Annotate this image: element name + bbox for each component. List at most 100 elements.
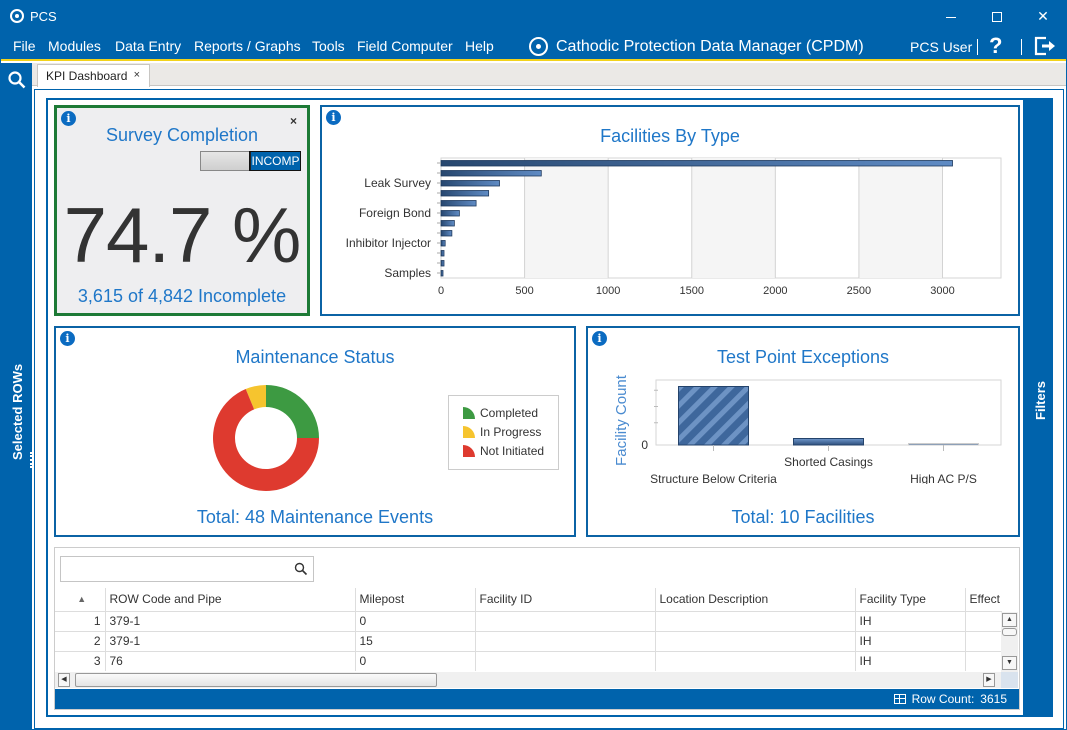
menu-file[interactable]: File — [13, 38, 36, 54]
close-icon[interactable]: × — [290, 114, 297, 128]
info-icon[interactable]: i — [61, 111, 76, 126]
menu-reports-graphs[interactable]: Reports / Graphs — [194, 38, 301, 54]
menu-data-entry[interactable]: Data Entry — [115, 38, 181, 54]
tab-kpi-dashboard[interactable]: KPI Dashboard × — [37, 64, 150, 87]
facility-grid: ▲ ROW Code and Pipe Milepost Facility ID… — [54, 547, 1020, 710]
table-cell[interactable]: IH — [854, 610, 965, 631]
completion-percentage: 74.7 % — [63, 191, 302, 279]
maximize-button[interactable] — [974, 1, 1020, 32]
user-label[interactable]: PCS User — [910, 39, 972, 55]
grid-search-input[interactable] — [60, 556, 314, 582]
menu-modules[interactable]: Modules — [48, 38, 101, 54]
table-cell[interactable]: 379-1 — [104, 630, 355, 651]
column-header[interactable]: Facility Type — [854, 588, 965, 611]
survey-footer: 3,615 of 4,842 Incomplete — [77, 286, 287, 306]
scroll-left-button[interactable]: ◀ — [58, 673, 70, 687]
table-cell[interactable] — [474, 610, 655, 631]
scroll-right-button[interactable]: ▶ — [983, 673, 995, 687]
bar — [440, 170, 542, 177]
app-window: PCS ✕ File Modules Data Entry Reports / … — [0, 0, 1067, 730]
rail-grip-handle[interactable] — [30, 452, 32, 468]
vertical-scrollbar[interactable]: ▲ ▼ — [1001, 612, 1018, 672]
info-icon[interactable]: i — [326, 110, 341, 125]
help-icon[interactable]: ? — [989, 33, 1002, 59]
selected-rows-label[interactable]: Selected ROWs — [10, 364, 25, 460]
x-tick-label: Structure Below Criteria — [650, 472, 777, 484]
table-cell[interactable]: IH — [854, 630, 965, 651]
table-row[interactable]: 1 379-1 0 IH — [55, 610, 1001, 631]
x-tick-label: 3000 — [930, 285, 954, 297]
filters-label[interactable]: Filters — [1033, 381, 1048, 420]
sort-ascending-icon[interactable]: ▲ — [55, 588, 105, 611]
survey-completion-card: i Survey Completion × INCOMP 74.7 % 3,61… — [54, 105, 310, 316]
row-number: 3 — [55, 650, 105, 671]
column-header[interactable]: Milepost — [354, 588, 475, 611]
table-cell[interactable]: 76 — [104, 650, 355, 671]
scroll-down-button[interactable]: ▼ — [1002, 656, 1017, 670]
maximize-icon — [992, 12, 1002, 23]
bar — [440, 180, 500, 187]
separator — [977, 39, 978, 55]
row-number: 1 — [55, 610, 105, 631]
table-row[interactable]: 2 379-1 15 IH — [55, 630, 1001, 651]
table-cell[interactable]: 15 — [354, 630, 475, 651]
app-name: PCS — [30, 9, 57, 24]
scroll-up-button[interactable]: ▲ — [1002, 613, 1017, 627]
table-cell[interactable] — [654, 650, 855, 671]
toggle-label: INCOMP — [249, 151, 301, 171]
table-cell[interactable] — [474, 650, 655, 671]
table-cell[interactable] — [964, 630, 1001, 651]
scroll-corner — [1001, 672, 1018, 688]
table-cell[interactable] — [964, 610, 1001, 631]
y-tick-label: 0 — [641, 438, 648, 452]
app-title: Cathodic Protection Data Manager (CPDM) — [529, 37, 864, 56]
search-icon[interactable] — [8, 71, 26, 89]
bar — [440, 230, 453, 237]
table-cell[interactable]: 379-1 — [104, 610, 355, 631]
bar — [793, 438, 864, 446]
table-cell[interactable] — [654, 610, 855, 631]
close-window-button[interactable]: ✕ — [1020, 1, 1066, 32]
bar — [440, 200, 477, 207]
incomplete-toggle[interactable]: INCOMP — [200, 151, 301, 171]
search-icon[interactable] — [294, 562, 308, 576]
table-cell[interactable] — [474, 630, 655, 651]
app-logo-icon — [10, 9, 24, 23]
table-cell[interactable] — [964, 650, 1001, 671]
logout-icon[interactable] — [1034, 36, 1056, 56]
x-tick-label: 500 — [515, 285, 533, 297]
column-header[interactable]: ROW Code and Pipe — [104, 588, 355, 611]
menu-bar: File Modules Data Entry Reports / Graphs… — [1, 32, 1066, 61]
tab-close-icon[interactable]: × — [134, 69, 140, 81]
menu-help[interactable]: Help — [465, 38, 494, 54]
menu-tools[interactable]: Tools — [312, 38, 345, 54]
grid-band — [858, 158, 943, 278]
table-cell[interactable]: 0 — [354, 650, 475, 671]
table-cell[interactable]: 0 — [354, 610, 475, 631]
column-header[interactable]: Facility ID — [474, 588, 655, 611]
info-icon[interactable]: i — [60, 331, 75, 346]
table-cell[interactable] — [654, 630, 855, 651]
info-icon[interactable]: i — [592, 331, 607, 346]
column-header[interactable]: Location Description — [654, 588, 855, 611]
legend-label: Completed — [480, 406, 539, 420]
test-point-bar-chart: Facility Count 0 Structure Below Criteria S… — [613, 374, 1002, 484]
filters-rail[interactable]: Filters — [1025, 98, 1053, 717]
app-title-text: Cathodic Protection Data Manager (CPDM) — [556, 37, 864, 55]
column-header[interactable]: Effect — [964, 588, 1001, 611]
horizontal-scrollbar[interactable]: ◀ ▶ — [55, 672, 1001, 688]
chart-legend: Completed In Progress Not Initiated — [448, 395, 559, 470]
table-row[interactable]: 3 76 0 IH — [55, 650, 1001, 671]
scroll-thumb[interactable] — [1002, 628, 1017, 636]
minimize-button[interactable] — [928, 1, 974, 32]
tab-label: KPI Dashboard — [46, 69, 128, 83]
y-tick-label: Foreign Bond — [359, 206, 431, 220]
grid-icon — [893, 694, 906, 704]
scroll-thumb[interactable] — [75, 673, 437, 687]
facilities-bar-chart: 0 500 1000 1500 2000 2500 3000 Leak Survey Forei… — [346, 157, 1002, 297]
selected-rows-rail[interactable]: Selected ROWs — [1, 63, 32, 730]
bar — [908, 443, 979, 446]
menu-field-computer[interactable]: Field Computer — [357, 38, 453, 54]
y-axis-title: Facility Count — [613, 374, 630, 466]
table-cell[interactable]: IH — [854, 650, 965, 671]
